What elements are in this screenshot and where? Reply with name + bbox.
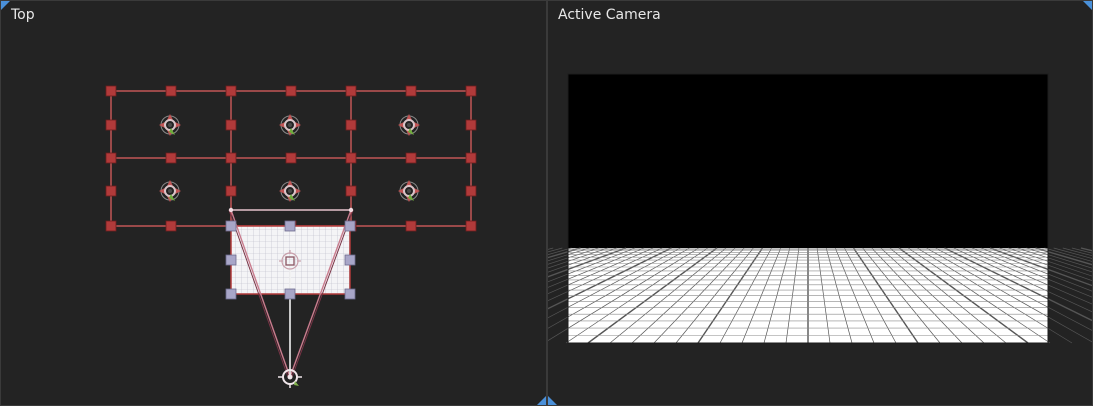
grid-handle[interactable]	[345, 185, 357, 197]
grid-handle[interactable]	[345, 85, 357, 97]
grid-handle[interactable]	[465, 185, 477, 197]
grid-handle[interactable]	[405, 85, 417, 97]
grid-handle[interactable]	[465, 152, 477, 164]
plane-handle[interactable]	[284, 288, 296, 300]
grid-handle[interactable]	[345, 152, 357, 164]
light-target-icon[interactable]	[159, 114, 181, 136]
top-view-scene[interactable]	[1, 1, 547, 406]
floor-grid-line	[548, 247, 554, 250]
plane-handle[interactable]	[344, 254, 356, 266]
plane-handle[interactable]	[225, 254, 237, 266]
frustum-corner-dot[interactable]	[228, 207, 234, 213]
grid-handle[interactable]	[465, 119, 477, 131]
camera-viewport[interactable]: Active Camera	[547, 0, 1093, 406]
light-target-icon[interactable]	[159, 180, 181, 202]
grid-handle[interactable]	[285, 152, 297, 164]
grid-handle[interactable]	[105, 185, 117, 197]
grid-handle[interactable]	[225, 119, 237, 131]
plane-handle[interactable]	[225, 288, 237, 300]
grid-handle[interactable]	[285, 85, 297, 97]
grid-handle[interactable]	[105, 85, 117, 97]
light-target-icon[interactable]	[398, 114, 420, 136]
grid-handle[interactable]	[225, 185, 237, 197]
light-target-icon[interactable]	[279, 180, 301, 202]
grid-handle[interactable]	[105, 220, 117, 232]
grid-handle[interactable]	[225, 152, 237, 164]
plane-handle[interactable]	[344, 220, 356, 232]
plane-handle[interactable]	[344, 288, 356, 300]
grid-handle[interactable]	[165, 152, 177, 164]
grid-handle[interactable]	[405, 220, 417, 232]
plane-handle[interactable]	[284, 220, 296, 232]
grid-handle[interactable]	[465, 85, 477, 97]
grid-handle[interactable]	[105, 119, 117, 131]
frustum-corner-dot[interactable]	[348, 207, 354, 213]
plane-handle[interactable]	[225, 220, 237, 232]
top-viewport[interactable]: Top	[0, 0, 547, 406]
grid-handle[interactable]	[225, 85, 237, 97]
grid-handle[interactable]	[165, 85, 177, 97]
light-target-icon[interactable]	[398, 180, 420, 202]
grid-handle[interactable]	[465, 220, 477, 232]
light-target-icon[interactable]	[279, 114, 301, 136]
grid-handle[interactable]	[105, 152, 117, 164]
camera-render[interactable]	[548, 1, 1093, 406]
grid-handle[interactable]	[405, 152, 417, 164]
grid-handle[interactable]	[165, 220, 177, 232]
render-sky	[568, 74, 1048, 248]
grid-handle[interactable]	[345, 119, 357, 131]
